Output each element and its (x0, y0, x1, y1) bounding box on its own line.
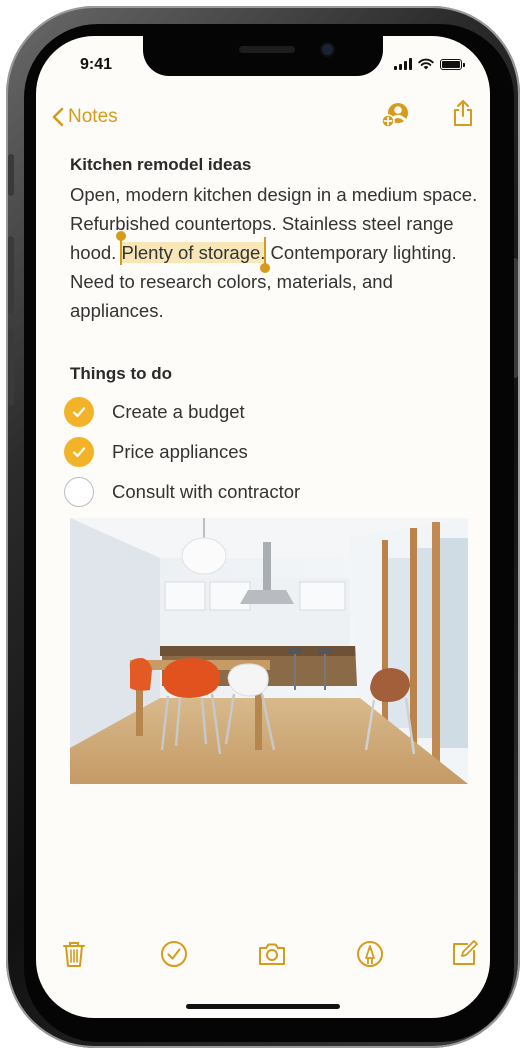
add-person-icon[interactable] (380, 100, 410, 130)
status-time: 9:41 (80, 56, 113, 73)
checkbox-checked[interactable] (64, 437, 94, 467)
camera-icon[interactable] (256, 938, 288, 970)
back-button[interactable]: Notes (52, 106, 118, 128)
checkmark-icon (72, 407, 86, 418)
checklist-heading[interactable]: Things to do (70, 364, 172, 384)
notch (143, 36, 383, 76)
checklist: Create a budget Price appliances Consult… (64, 392, 464, 512)
note-body[interactable]: Open, modern kitchen design in a medium … (70, 180, 480, 325)
markup-icon[interactable] (354, 938, 386, 970)
checkbox-unchecked[interactable] (64, 477, 94, 507)
screen: 9:41 Notes Kitchen remodel ideas Open, m… (36, 36, 490, 1018)
checklist-item-label[interactable]: Consult with contractor (112, 481, 300, 503)
ring-silent-switch (8, 154, 14, 196)
checklist-icon[interactable] (158, 938, 190, 970)
volume-down-button (8, 328, 14, 406)
cellular-signal-icon (394, 58, 412, 70)
chevron-left-icon (52, 107, 64, 127)
selected-text-label: Plenty of storage. (121, 242, 266, 263)
status-icons (394, 58, 465, 70)
checklist-item-label[interactable]: Price appliances (112, 441, 248, 463)
note-title[interactable]: Kitchen remodel ideas (70, 154, 480, 176)
home-indicator[interactable] (186, 1004, 340, 1009)
back-label: Notes (68, 106, 118, 127)
battery-icon (440, 58, 465, 70)
earpiece-speaker (239, 46, 295, 53)
selected-text[interactable]: Plenty of storage. (116, 231, 271, 273)
wifi-icon (418, 58, 434, 70)
checkmark-icon (72, 447, 86, 458)
share-icon[interactable] (448, 98, 478, 128)
front-camera (322, 44, 333, 55)
volume-up-button (8, 236, 14, 314)
checkbox-checked[interactable] (64, 397, 94, 427)
kitchen-photo[interactable] (70, 518, 468, 784)
bottom-toolbar (36, 936, 490, 976)
checklist-item-label[interactable]: Create a budget (112, 401, 245, 423)
compose-icon[interactable] (448, 938, 480, 970)
note-content[interactable]: Kitchen remodel ideas Open, modern kitch… (70, 154, 480, 325)
checklist-item: Price appliances (64, 432, 464, 472)
checklist-item: Consult with contractor (64, 472, 464, 512)
trash-icon[interactable] (58, 938, 90, 970)
checklist-item: Create a budget (64, 392, 464, 432)
